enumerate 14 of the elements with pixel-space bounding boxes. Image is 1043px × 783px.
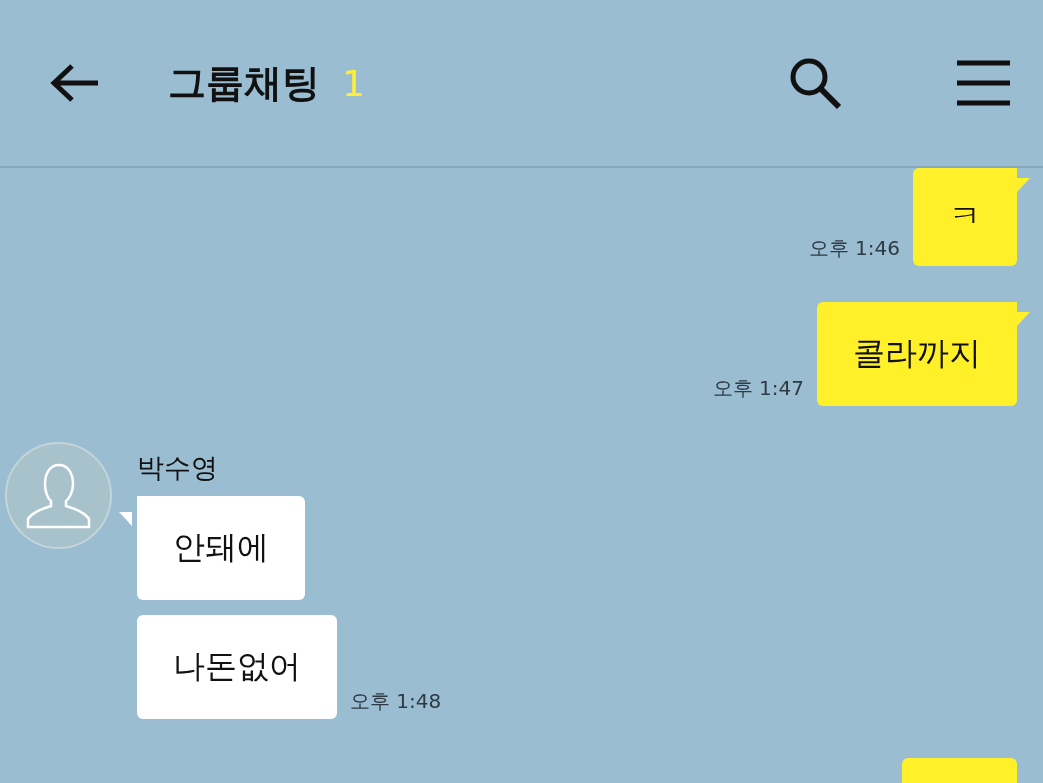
message-bubble: ㅋ <box>913 168 1017 266</box>
sender-name: 박수영 <box>137 451 219 485</box>
message-bubble: 나돈없어 <box>137 615 337 719</box>
message-time: 오후 1:47 <box>712 375 804 402</box>
message-bubble: 안돼에 <box>137 496 305 600</box>
message-time: 오후 1:46 <box>808 235 900 262</box>
message-bubble: 콜라까지 <box>817 302 1017 406</box>
back-arrow-icon[interactable] <box>50 63 100 103</box>
member-count: 1 <box>342 62 365 104</box>
chat-title: 그룹채팅 <box>168 59 320 107</box>
menu-icon[interactable] <box>957 60 1010 106</box>
message-time: 오후 1:48 <box>350 688 442 715</box>
avatar-icon <box>5 442 112 549</box>
search-icon[interactable] <box>788 56 842 110</box>
